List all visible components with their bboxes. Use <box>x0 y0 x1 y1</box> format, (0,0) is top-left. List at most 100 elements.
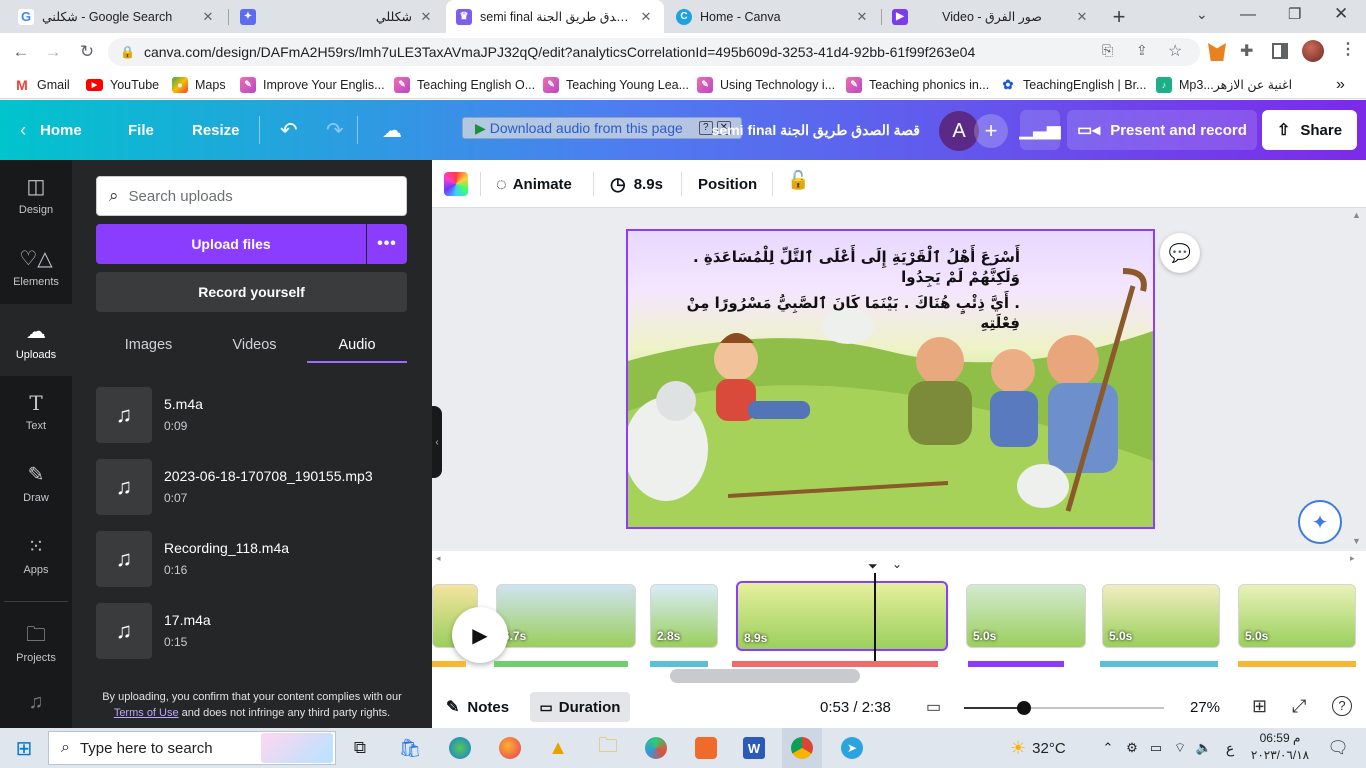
weather-widget[interactable]: ☀ 32°C <box>1010 728 1070 768</box>
duration-button[interactable]: ▭ Duration <box>530 692 630 722</box>
timeline-thumbnail[interactable]: 5.0s <box>1102 584 1220 648</box>
timeline-scrollbar[interactable] <box>670 669 860 683</box>
animate-button[interactable]: ◌ Animate <box>496 160 572 208</box>
chrome-menu-icon[interactable]: ⋮ <box>1340 39 1356 59</box>
close-tab-icon[interactable]: ✕ <box>638 9 654 25</box>
tray-app-icon[interactable]: ⚙ <box>1120 728 1144 768</box>
wifi-icon[interactable]: ⌔ <box>1168 728 1192 768</box>
upload-files-button[interactable]: Upload files <box>96 224 366 264</box>
minimize-icon[interactable]: — <box>1240 6 1256 24</box>
share-button[interactable]: ⇧ Share <box>1262 110 1357 150</box>
scroll-up-icon[interactable]: ▲ <box>1352 210 1361 220</box>
volume-icon[interactable]: 🔈 <box>1192 728 1216 768</box>
timing-button[interactable]: ◷ 8.9s <box>610 160 663 208</box>
slide-canvas[interactable]: أَسْرَعَ أَهْلُ ٱلْقَرْيَةِ إِلَى أَعْلَ… <box>626 229 1155 529</box>
slide-text-line-2[interactable]: . أَيَّ ذِئْبٍ هُنَاكَ . بَيْنَمَا كَانَ… <box>648 293 1020 333</box>
rail-item-apps[interactable]: ⁙ Apps <box>0 520 72 590</box>
windows-start-icon[interactable]: ⊞ <box>4 728 44 768</box>
timeline-thumbnail-selected[interactable]: 8.9s <box>736 581 948 651</box>
collapse-panel-handle[interactable]: ‹ <box>432 406 442 478</box>
notifications-icon[interactable]: 🗨 <box>1318 728 1358 768</box>
word-icon[interactable]: W <box>734 728 774 768</box>
telegram-icon[interactable]: ➤ <box>832 728 872 768</box>
undo-icon[interactable]: ↶ <box>280 100 298 160</box>
upload-more-options-icon[interactable]: ••• <box>367 224 407 264</box>
timeline-thumbnail[interactable]: 6.7s <box>496 584 636 648</box>
store-icon[interactable]: 🛍 <box>390 728 430 768</box>
file-explorer-icon[interactable]: 🗀 <box>588 728 628 768</box>
search-uploads-input[interactable]: ⌕ Search uploads <box>96 176 407 216</box>
record-yourself-button[interactable]: Record yourself <box>96 272 407 312</box>
audio-list-item[interactable]: ♫ 2023-06-18-170708_190155.mp3 0:07 <box>96 459 407 517</box>
slide-text-line-1[interactable]: أَسْرَعَ أَهْلُ ٱلْقَرْيَةِ إِلَى أَعْلَ… <box>648 247 1020 287</box>
design-title[interactable]: semi final قصة الصدق طريق الجنة <box>705 100 920 160</box>
color-picker-icon[interactable] <box>444 172 468 196</box>
taskbar-clock[interactable]: 06:59 م ٢٠٢٣/٠٦/١٨ <box>1246 730 1314 766</box>
play-button[interactable]: ▶ <box>452 607 508 663</box>
notes-button[interactable]: ✎ Notes <box>446 686 509 728</box>
bookmark-item[interactable]: ✎ Teaching phonics in... <box>846 71 989 98</box>
battery-icon[interactable]: ▭ <box>1144 728 1168 768</box>
metamask-icon[interactable] <box>1208 43 1226 61</box>
tab-images[interactable]: Images <box>96 330 201 360</box>
resize-button[interactable]: Resize <box>192 100 240 160</box>
home-button[interactable]: ‹ Home <box>20 100 82 160</box>
audio-list-item[interactable]: ♫ 17.m4a 0:15 <box>96 603 407 661</box>
rail-item-text[interactable]: T Text <box>0 376 72 446</box>
browser-tab[interactable]: ▶ Video - صور الفرق ✕ <box>882 0 1100 33</box>
present-and-record-button[interactable]: ▭◂ Present and record <box>1067 110 1257 150</box>
bookmarks-overflow-icon[interactable]: » <box>1336 71 1345 98</box>
download-audio-banner[interactable]: ▶ Download audio from this page ? ✕ <box>462 117 742 139</box>
insights-chart-icon[interactable]: ▁▃▅ <box>1019 110 1061 150</box>
rail-item-design[interactable]: ◫ Design <box>0 160 72 230</box>
expand-timeline-chevron-icon[interactable]: ⌄ <box>892 557 902 571</box>
zoom-level[interactable]: 27% <box>1190 699 1220 716</box>
keyboard-language[interactable]: ع <box>1218 728 1242 768</box>
rail-item-projects[interactable]: 🗀 Projects <box>0 608 72 678</box>
app-globe-icon[interactable] <box>636 728 676 768</box>
rail-item-elements[interactable]: ♡△ Elements <box>0 232 72 302</box>
audio-list-item[interactable]: ♫ 5.m4a 0:09 <box>96 387 407 445</box>
chrome-taskbar-icon[interactable] <box>782 728 822 768</box>
close-window-icon[interactable]: ✕ <box>1334 4 1348 24</box>
lock-icon[interactable]: 🔓 <box>787 170 809 191</box>
browser-tab[interactable]: G شكلني - Google Search ✕ <box>8 0 226 33</box>
page-save-icon[interactable]: ⎘ <box>1102 42 1113 59</box>
close-tab-icon[interactable]: ✕ <box>1074 9 1090 25</box>
page-view-icon[interactable]: ▭ <box>926 697 941 717</box>
task-view-icon[interactable]: ⧉ <box>340 728 380 768</box>
profile-avatar[interactable] <box>1302 40 1324 62</box>
redo-icon[interactable]: ↷ <box>326 100 344 160</box>
file-menu-button[interactable]: File <box>128 100 154 160</box>
bookmark-maps[interactable]: ● Maps <box>172 71 226 98</box>
scroll-right-icon[interactable]: ▸ <box>1350 553 1355 564</box>
bookmark-item[interactable]: ✿ TeachingEnglish | Br... <box>1000 71 1146 98</box>
timeline-thumbnail[interactable]: 5.0s <box>966 584 1086 648</box>
extensions-puzzle-icon[interactable]: ✚ <box>1240 41 1253 61</box>
bookmark-star-icon[interactable]: ☆ <box>1168 41 1182 61</box>
close-tab-icon[interactable]: ✕ <box>854 9 870 25</box>
add-comment-icon[interactable]: 💬 <box>1160 233 1200 273</box>
forward-icon[interactable]: → <box>38 33 68 71</box>
bookmark-item[interactable]: ✎ Using Technology i... <box>697 71 835 98</box>
share-page-icon[interactable]: ⇪ <box>1136 42 1148 59</box>
browser-tab[interactable]: ✦ شكللي ✕ <box>230 0 444 33</box>
url-bar[interactable]: 🔒 canva.com/design/DAFmA2H59rs/lmh7uLE3T… <box>108 38 1200 66</box>
bookmark-item[interactable]: ✎ Improve Your Englis... <box>240 71 385 98</box>
tab-audio[interactable]: Audio <box>307 330 407 360</box>
bookmark-youtube[interactable]: ▶ YouTube <box>86 71 159 98</box>
position-button[interactable]: Position <box>698 160 757 208</box>
close-tab-icon[interactable]: ✕ <box>200 9 216 25</box>
tray-chevron-icon[interactable]: ⌃ <box>1096 728 1120 768</box>
edge-icon[interactable] <box>440 728 480 768</box>
rail-item-audio[interactable]: ♫ <box>0 680 72 728</box>
bookmark-gmail[interactable]: M Gmail <box>14 71 70 98</box>
help-icon[interactable]: ? <box>1332 696 1352 716</box>
close-tab-icon[interactable]: ✕ <box>418 9 434 25</box>
bookmark-item[interactable]: ♪ Mp3...اغنية عن الازهر <box>1156 71 1292 98</box>
rail-item-draw[interactable]: ✎ Draw <box>0 448 72 518</box>
rail-item-uploads[interactable]: ☁ Uploads <box>0 304 72 376</box>
browser-tab-active[interactable]: ♛ semi final قصة الصدق طريق الجنة ✕ <box>446 0 664 33</box>
fullscreen-icon[interactable]: ⤢ <box>1292 696 1306 717</box>
zoom-slider-thumb[interactable] <box>1017 701 1031 715</box>
